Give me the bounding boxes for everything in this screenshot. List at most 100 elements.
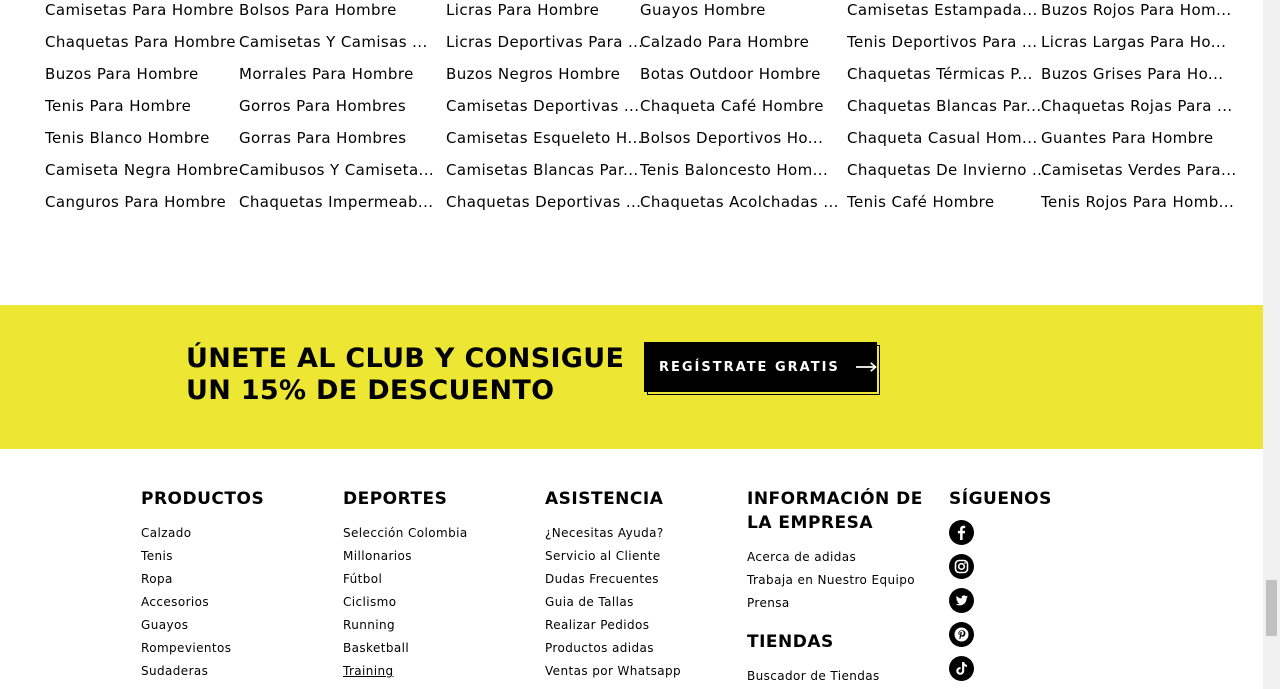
seo-link[interactable]: Tenis Café Hombre (847, 184, 1048, 216)
seo-link[interactable]: Buzos Rojos Para Hom... (1041, 0, 1237, 24)
scrollbar-thumb[interactable] (1266, 580, 1277, 636)
seo-links-section: Camisetas Para Hombre Chaquetas Para Hom… (0, 0, 1263, 305)
club-promo-banner: ÚNETE AL CLUB Y CONSIGUE UN 15% DE DESCU… (0, 305, 1263, 449)
footer-column-siguenos: SÍGUENOS (949, 487, 1139, 689)
seo-link[interactable]: Camisetas Blancas Par... (446, 152, 643, 184)
seo-link[interactable]: Canguros Para Hombre (45, 184, 238, 216)
footer-heading-productos: PRODUCTOS (141, 489, 265, 509)
footer-heading-empresa: INFORMACIÓN DE LA EMPRESA (747, 487, 937, 535)
seo-link[interactable]: Chaqueta Café Hombre (640, 88, 839, 120)
pinterest-icon[interactable] (949, 622, 974, 647)
footer-link[interactable]: Millonarios (343, 545, 533, 568)
seo-link[interactable]: Chaquetas Blancas Par... (847, 88, 1048, 120)
footer-link[interactable]: Acerca de adidas (747, 546, 937, 569)
seo-link[interactable]: Chaquetas Rojas Para ... (1041, 88, 1237, 120)
footer-link[interactable]: Rompevientos (141, 637, 331, 660)
seo-link[interactable]: Camisetas Para Hombre (45, 0, 238, 24)
footer-link[interactable]: Productos adidas (545, 637, 735, 660)
seo-link[interactable]: Buzos Para Hombre (45, 56, 238, 88)
seo-link[interactable]: Chaquetas Impermeab... (239, 184, 434, 216)
promo-title-line-1: ÚNETE AL CLUB Y CONSIGUE (186, 343, 625, 374)
seo-link[interactable]: Tenis Rojos Para Homb... (1041, 184, 1237, 216)
seo-link[interactable]: Chaquetas Para Hombre (45, 24, 238, 56)
promo-title: ÚNETE AL CLUB Y CONSIGUE UN 15% DE DESCU… (186, 343, 626, 407)
footer-link[interactable]: Trabaja en Nuestro Equipo (747, 569, 937, 592)
vertical-scrollbar[interactable] (1263, 0, 1280, 689)
seo-link[interactable]: Chaquetas De Invierno ... (847, 152, 1048, 184)
footer: PRODUCTOS Calzado Tenis Ropa Accesorios … (0, 449, 1263, 689)
footer-link[interactable]: Running (343, 614, 533, 637)
seo-link[interactable]: Bolsos Para Hombre (239, 0, 434, 24)
seo-link[interactable]: Morrales Para Hombre (239, 56, 434, 88)
seo-link[interactable]: Calzado Para Hombre (640, 24, 839, 56)
seo-link[interactable]: Buzos Negros Hombre (446, 56, 643, 88)
footer-link[interactable]: Accesorios (141, 591, 331, 614)
register-free-button[interactable]: REGÍSTRATE GRATIS (644, 342, 877, 392)
footer-heading-siguenos: SÍGUENOS (949, 489, 1052, 509)
seo-link[interactable]: Licras Deportivas Para ... (446, 24, 643, 56)
footer-link[interactable]: ¿Necesitas Ayuda? (545, 522, 735, 545)
footer-heading-empresa-line-2: LA EMPRESA (747, 513, 874, 533)
seo-link[interactable]: Guayos Hombre (640, 0, 839, 24)
seo-link[interactable]: Camisetas Verdes Para... (1041, 152, 1237, 184)
seo-link[interactable]: Tenis Deportivos Para ... (847, 24, 1048, 56)
seo-link[interactable]: Chaquetas Acolchadas ... (640, 184, 839, 216)
seo-link[interactable]: Camibusos Y Camiseta... (239, 152, 434, 184)
seo-link[interactable]: Tenis Baloncesto Hom... (640, 152, 839, 184)
footer-link[interactable]: Buscador de Tiendas (747, 665, 937, 688)
footer-link[interactable]: Guayos (141, 614, 331, 637)
seo-link[interactable]: Tenis Blanco Hombre (45, 120, 238, 152)
footer-heading-deportes: DEPORTES (343, 489, 448, 509)
seo-link[interactable]: Camisetas Deportivas ... (446, 88, 643, 120)
facebook-icon[interactable] (949, 520, 974, 545)
tiktok-icon[interactable] (949, 656, 974, 681)
arrow-right-icon (855, 362, 877, 372)
footer-link[interactable]: Guia de Tallas (545, 591, 735, 614)
footer-column-deportes: DEPORTES Selección Colombia Millonarios … (343, 487, 533, 683)
footer-link[interactable]: Dudas Frecuentes (545, 568, 735, 591)
footer-link[interactable]: Fútbol (343, 568, 533, 591)
footer-link[interactable]: Realizar Pedidos (545, 614, 735, 637)
social-icons (949, 520, 1139, 681)
footer-link[interactable]: Calzado (141, 522, 331, 545)
seo-link[interactable]: Camiseta Negra Hombre (45, 152, 238, 184)
seo-link[interactable]: Gorros Para Hombres (239, 88, 434, 120)
link-column-3: Licras Para Hombre Licras Deportivas Par… (446, 0, 643, 216)
footer-list: Calzado Tenis Ropa Accesorios Guayos Rom… (141, 522, 331, 683)
seo-link[interactable]: Camisetas Estampada... (847, 0, 1048, 24)
seo-link[interactable]: Chaquetas Deportivas ... (446, 184, 643, 216)
footer-list: Selección Colombia Millonarios Fútbol Ci… (343, 522, 533, 683)
footer-link[interactable]: Basketball (343, 637, 533, 660)
footer-link[interactable]: Selección Colombia (343, 522, 533, 545)
register-button-wrapper: REGÍSTRATE GRATIS (644, 342, 880, 395)
footer-link[interactable]: Ventas por Whatsapp (545, 660, 735, 683)
footer-link[interactable]: Prensa (747, 592, 937, 615)
link-column-4: Guayos Hombre Calzado Para Hombre Botas … (640, 0, 839, 216)
seo-link[interactable]: Tenis Para Hombre (45, 88, 238, 120)
seo-link[interactable]: Licras Largas Para Ho... (1041, 24, 1237, 56)
seo-link[interactable]: Licras Para Hombre (446, 0, 643, 24)
seo-link[interactable]: Camisetas Y Camisas ... (239, 24, 434, 56)
footer-link-training[interactable]: Training (343, 660, 533, 683)
footer-link[interactable]: Ropa (141, 568, 331, 591)
seo-link[interactable]: Gorras Para Hombres (239, 120, 434, 152)
seo-link[interactable]: Buzos Grises Para Ho... (1041, 56, 1237, 88)
instagram-icon[interactable] (949, 554, 974, 579)
footer-column-productos: PRODUCTOS Calzado Tenis Ropa Accesorios … (141, 487, 331, 683)
seo-link[interactable]: Camisetas Esqueleto H... (446, 120, 643, 152)
seo-link[interactable]: Botas Outdoor Hombre (640, 56, 839, 88)
seo-link[interactable]: Guantes Para Hombre (1041, 120, 1237, 152)
seo-link[interactable]: Chaquetas Térmicas P... (847, 56, 1048, 88)
footer-link[interactable]: Sudaderas (141, 660, 331, 683)
link-column-6: Buzos Rojos Para Hom... Licras Largas Pa… (1041, 0, 1237, 216)
twitter-icon[interactable] (949, 588, 974, 613)
footer-heading-empresa-line-1: INFORMACIÓN DE (747, 489, 923, 509)
footer-link[interactable]: Tenis (141, 545, 331, 568)
footer-link[interactable]: Ciclismo (343, 591, 533, 614)
seo-link[interactable]: Bolsos Deportivos Ho... (640, 120, 839, 152)
footer-link[interactable]: Servicio al Cliente (545, 545, 735, 568)
footer-heading-tiendas: TIENDAS (747, 632, 834, 652)
seo-link[interactable]: Chaqueta Casual Hom... (847, 120, 1048, 152)
footer-column-empresa: INFORMACIÓN DE LA EMPRESA Acerca de adid… (747, 487, 937, 688)
footer-column-asistencia: ASISTENCIA ¿Necesitas Ayuda? Servicio al… (545, 487, 735, 683)
